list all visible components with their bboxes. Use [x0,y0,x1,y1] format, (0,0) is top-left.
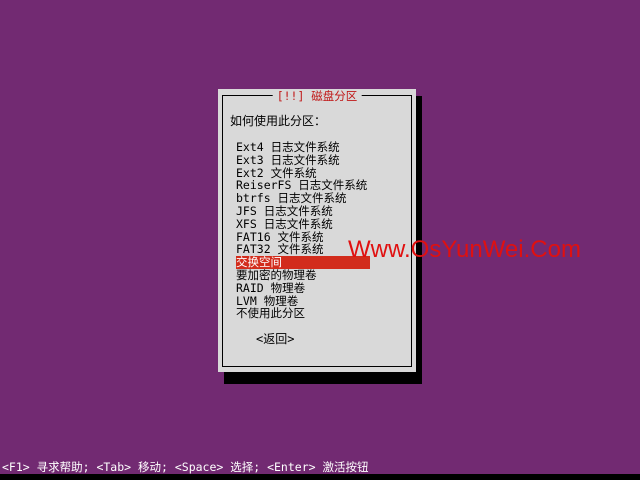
option-jfs[interactable]: JFS 日志文件系统 [236,205,370,218]
option-ext4[interactable]: Ext4 日志文件系统 [236,141,370,154]
footer-bar [0,474,640,480]
option-raid[interactable]: RAID 物理卷 [236,281,370,295]
watermark: Www.OsYunWei.Com [348,236,581,263]
option-encrypted-volume[interactable]: 要加密的物理卷 [236,269,370,282]
footer-help-text: <F1> 寻求帮助; <Tab> 移动; <Space> 选择; <Enter>… [2,460,369,474]
dialog-title: [!!] 磁盘分区 [272,89,362,103]
option-ext3[interactable]: Ext3 日志文件系统 [236,153,370,167]
partition-dialog: [!!] 磁盘分区 如何使用此分区： Ext4 日志文件系统 Ext3 日志文件… [218,89,416,372]
back-button[interactable]: <返回> [256,332,294,346]
filesystem-options-list: Ext4 日志文件系统 Ext3 日志文件系统 Ext2 文件系统 Reiser… [236,141,370,320]
option-do-not-use[interactable]: 不使用此分区 [236,307,370,320]
option-xfs[interactable]: XFS 日志文件系统 [236,217,370,231]
dialog-prompt: 如何使用此分区： [230,114,327,128]
